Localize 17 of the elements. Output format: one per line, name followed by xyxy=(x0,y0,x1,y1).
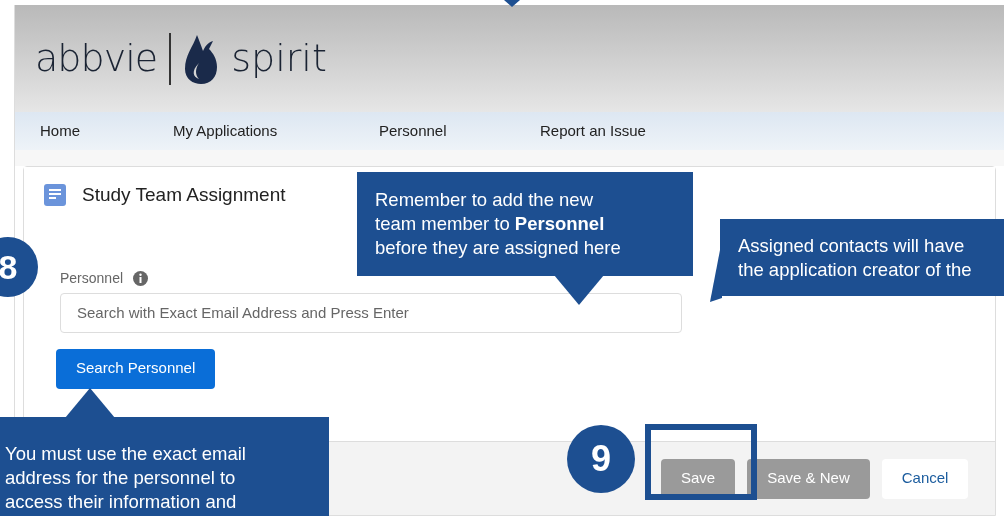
info-icon xyxy=(133,270,149,286)
callout-pointer-icon xyxy=(710,250,722,302)
pointer-arrow-icon xyxy=(504,0,520,7)
card-title: Study Team Assignment xyxy=(82,183,286,207)
document-icon xyxy=(44,184,66,207)
search-button[interactable]: Search Personnel xyxy=(56,348,216,389)
product-logo-text: spirit xyxy=(231,35,327,82)
callout-pointer-icon xyxy=(65,388,115,418)
nav-link[interactable]: Home xyxy=(40,119,173,143)
field-label: Personnel xyxy=(60,268,124,288)
nav-link[interactable]: My Applications xyxy=(173,119,379,143)
nav-link[interactable]: Report an Issue xyxy=(540,119,646,143)
footer-button[interactable]: Cancel xyxy=(881,458,969,499)
email-search-field[interactable]: Search with Exact Email Address and Press Enter xyxy=(60,292,682,333)
brand-logo-text: abbvie xyxy=(35,35,158,82)
nav-link[interactable]: Personnel xyxy=(379,119,540,143)
callout-pointer-icon xyxy=(554,275,604,305)
